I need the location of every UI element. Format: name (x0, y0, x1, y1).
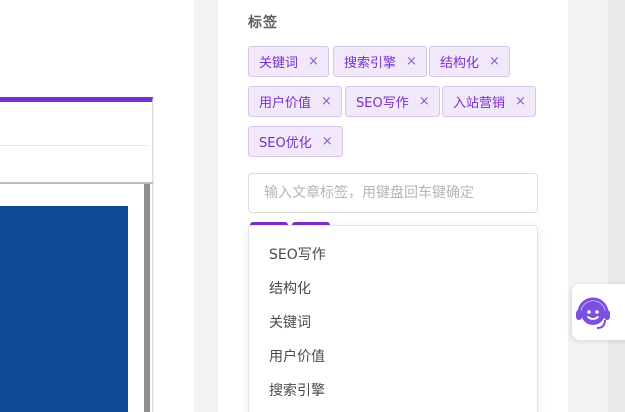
suggestion-item[interactable]: 关键词 (269, 312, 311, 334)
tag-chip: 结构化 × (429, 46, 510, 77)
preview-image (0, 206, 128, 412)
close-icon[interactable]: × (406, 55, 417, 68)
tag-label: 用户价值 (259, 96, 312, 111)
close-icon[interactable]: × (515, 95, 526, 108)
suggestion-item[interactable]: 结构化 (269, 278, 311, 300)
tag-label: 入站营销 (453, 96, 506, 111)
tag-suggestions-dropdown: SEO写作 结构化 关键词 用户价值 搜索引擎 (248, 225, 538, 412)
right-edge-border (608, 0, 625, 412)
editor-background (0, 0, 194, 412)
customer-service-button[interactable] (572, 284, 625, 340)
preview-divider (0, 182, 153, 184)
tag-chip: SEO写作 × (345, 86, 440, 117)
suggestion-item[interactable]: SEO写作 (269, 244, 326, 266)
preview-divider (0, 145, 148, 146)
close-icon[interactable]: × (419, 95, 430, 108)
tag-label: 关键词 (259, 56, 299, 71)
close-icon[interactable]: × (322, 135, 333, 148)
tag-label: SEO写作 (356, 96, 409, 111)
tag-chip: 用户价值 × (248, 86, 342, 117)
tag-chip: 关键词 × (248, 46, 329, 77)
suggestion-item[interactable]: 用户价值 (269, 346, 325, 368)
tag-chip: 入站营销 × (442, 86, 536, 117)
tag-label: 搜索引擎 (344, 56, 397, 71)
page: 标签 关键词 × 搜索引擎 × 结构化 × 用户价值 × SEO写作 × 入站营… (0, 0, 625, 412)
close-icon[interactable]: × (489, 55, 500, 68)
tag-label: 结构化 (440, 56, 480, 71)
tag-chip: 搜索引擎 × (333, 46, 427, 77)
close-icon[interactable]: × (308, 55, 319, 68)
gutter (194, 0, 218, 412)
suggestion-item[interactable]: 搜索引擎 (269, 380, 325, 402)
tag-label: SEO优化 (259, 136, 312, 151)
tag-chip: SEO优化 × (248, 126, 343, 157)
tags-section-title: 标签 (248, 15, 278, 31)
tag-input[interactable] (248, 173, 538, 213)
article-preview-card (0, 97, 153, 412)
customer-service-icon (576, 297, 610, 329)
close-icon[interactable]: × (321, 95, 332, 108)
preview-scrollbar[interactable] (144, 184, 150, 412)
